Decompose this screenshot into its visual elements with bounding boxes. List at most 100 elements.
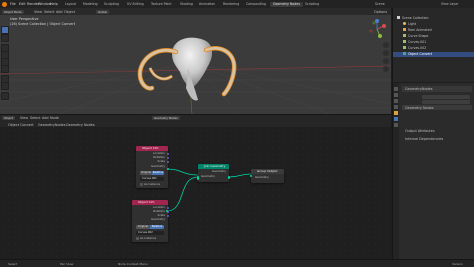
collection-icon xyxy=(397,16,400,19)
object-info-node-1[interactable]: Object Info Location Rotation Scale Geom… xyxy=(136,146,170,188)
object-info-node-2[interactable]: Object Info Location Rotation Scale Geom… xyxy=(132,200,170,242)
tab-shading[interactable]: Shading xyxy=(177,2,196,7)
measure-tool-icon[interactable] xyxy=(1,82,9,90)
properties-panel: GeometryNodes Geometry Nodes Output Attr… xyxy=(392,83,474,259)
outliner-row-selected[interactable]: Object Convert xyxy=(393,52,474,57)
blender-logo-icon[interactable] xyxy=(2,1,7,7)
tab-layout[interactable]: Layout xyxy=(62,2,79,7)
tab-modeling[interactable]: Modeling xyxy=(80,2,101,7)
transform-orientation-dropdown[interactable]: Global xyxy=(96,9,109,14)
node-group-selector[interactable]: Geometry Nodes xyxy=(402,105,472,110)
status-select: Select xyxy=(8,261,18,266)
tab-uv-editing[interactable]: UV Editing xyxy=(124,2,147,7)
view-layer-selector[interactable]: View Layer xyxy=(438,2,461,7)
toggle-original[interactable]: Original xyxy=(140,171,152,175)
physics-tab-icon[interactable] xyxy=(394,123,398,127)
render-tab-icon[interactable] xyxy=(394,93,398,97)
viewport-menu-view[interactable]: View xyxy=(34,10,42,14)
perspective-grid-icon[interactable] xyxy=(383,66,389,72)
section-internal-dependencies[interactable]: Internal Dependencies xyxy=(405,137,443,141)
mode-dropdown[interactable]: Object Mode xyxy=(2,9,24,14)
viewport-toolbar xyxy=(1,18,9,100)
properties-tab-column xyxy=(393,83,399,259)
node-menu-add[interactable]: Add xyxy=(42,116,49,120)
node-menu-node[interactable]: Node xyxy=(50,116,59,120)
outliner-row[interactable]: Curves.002 xyxy=(393,46,474,51)
object-field[interactable]: Curves.002 xyxy=(136,231,164,235)
camera-view-icon[interactable] xyxy=(383,58,389,64)
toggle-relative[interactable]: Relative xyxy=(150,225,164,229)
object-tab-icon[interactable] xyxy=(394,111,398,115)
tab-sculpting[interactable]: Sculpting xyxy=(101,2,122,7)
outliner-row[interactable]: Curve Shape xyxy=(393,34,474,39)
tab-rendering[interactable]: Rendering xyxy=(220,2,242,7)
modifier-wrench-icon[interactable] xyxy=(394,117,398,121)
viewport-header: Object Mode View Select Add Object Globa… xyxy=(0,8,391,15)
tool-tab-icon[interactable] xyxy=(394,87,398,91)
node-tree-selector[interactable]: Geometry Nodes xyxy=(152,116,180,120)
join-geometry-node[interactable]: Join Geometry Geometry Geometry xyxy=(196,164,231,182)
add-cube-tool-icon[interactable] xyxy=(1,92,9,100)
tab-compositing[interactable]: Compositing xyxy=(243,2,269,7)
input-geometry-label: Geometry xyxy=(255,175,269,179)
as-instance-checkbox[interactable] xyxy=(140,183,143,186)
cursor-tool-icon[interactable] xyxy=(1,34,9,42)
toggle-original[interactable]: Original xyxy=(136,225,150,229)
viewport-options-button[interactable]: Options xyxy=(374,10,387,14)
viewport-menu-add[interactable]: Add xyxy=(56,10,63,14)
socket-geometry-in[interactable] xyxy=(249,174,253,178)
light-icon xyxy=(403,22,406,25)
as-instance-checkbox[interactable] xyxy=(136,237,139,240)
tab-texture-paint[interactable]: Texture Paint xyxy=(148,2,175,7)
socket-geometry-out[interactable] xyxy=(227,176,231,179)
viewport-info-perspective: User Perspective xyxy=(10,17,39,21)
geometry-nodes-icon xyxy=(403,52,406,55)
socket-geometry-multi-in[interactable] xyxy=(196,175,200,180)
link-geometry-3 xyxy=(228,173,252,178)
viewport-menu-object[interactable]: Object xyxy=(64,10,75,14)
modifier-header[interactable]: GeometryNodes xyxy=(402,86,472,92)
node-links xyxy=(166,168,252,212)
transform-tool-icon[interactable] xyxy=(1,65,9,73)
mesh-icon xyxy=(403,28,406,31)
select-box-tool-icon[interactable] xyxy=(1,26,9,34)
scene-selector[interactable]: Scene xyxy=(372,2,388,7)
modifier-name[interactable]: GeometryNodes xyxy=(405,87,433,91)
output-tab-icon[interactable] xyxy=(394,99,398,103)
section-output-attributes[interactable]: Output Attributes xyxy=(405,129,435,133)
node-editor-mode-dropdown[interactable]: Object xyxy=(2,116,16,120)
viewport-menu-select[interactable]: Select xyxy=(44,10,54,14)
node-header[interactable]: Join Geometry xyxy=(198,164,229,169)
node-header[interactable]: Group Output xyxy=(251,169,284,174)
tab-scripting[interactable]: Scripting xyxy=(302,2,322,7)
toggle-relative[interactable]: Relative xyxy=(152,171,164,175)
object-field[interactable]: Curves.001 xyxy=(140,177,164,181)
tab-animation[interactable]: Animation xyxy=(196,2,218,7)
outliner-panel: Scene Collection Light Ram Animated Curv… xyxy=(392,8,474,82)
node-editor-canvas[interactable]: Object Info Location Rotation Scale Geom… xyxy=(0,127,391,259)
node-group-field[interactable] xyxy=(422,95,470,99)
menu-file[interactable]: File xyxy=(10,2,16,6)
scene-tab-icon[interactable] xyxy=(394,105,398,109)
pan-hand-icon[interactable] xyxy=(383,50,389,56)
output-geometry: Geometry xyxy=(151,217,165,221)
node-menu-view[interactable]: View xyxy=(20,116,28,120)
output-geometry-label: Geometry xyxy=(212,169,226,173)
modifier-input-field[interactable] xyxy=(422,100,470,104)
menu-edit[interactable]: Edit xyxy=(19,2,26,6)
outliner-row[interactable]: Scene Collection xyxy=(393,16,474,21)
node-menu-select[interactable]: Select xyxy=(30,116,40,120)
node-editor-header: Object View Select Add Node Geometry Nod… xyxy=(0,114,391,128)
menu-help[interactable]: Help xyxy=(50,2,58,6)
outliner-row[interactable]: Curves.001 xyxy=(393,40,474,45)
tab-geometry-nodes[interactable]: Geometry Nodes xyxy=(270,1,303,7)
node-header[interactable]: Object Info xyxy=(132,200,168,205)
outliner-row[interactable]: Light xyxy=(393,22,474,27)
viewport-info-collection: (26) Scene Collection | Object Convert xyxy=(10,21,76,26)
zoom-icon[interactable] xyxy=(383,42,389,48)
navigation-gizmo[interactable] xyxy=(366,18,388,40)
outliner-row[interactable]: Ram Animated xyxy=(393,28,474,33)
group-output-node[interactable]: Group Output Geometry xyxy=(249,169,284,183)
node-header[interactable]: Object Info xyxy=(136,146,168,151)
curve-icon xyxy=(403,34,406,37)
